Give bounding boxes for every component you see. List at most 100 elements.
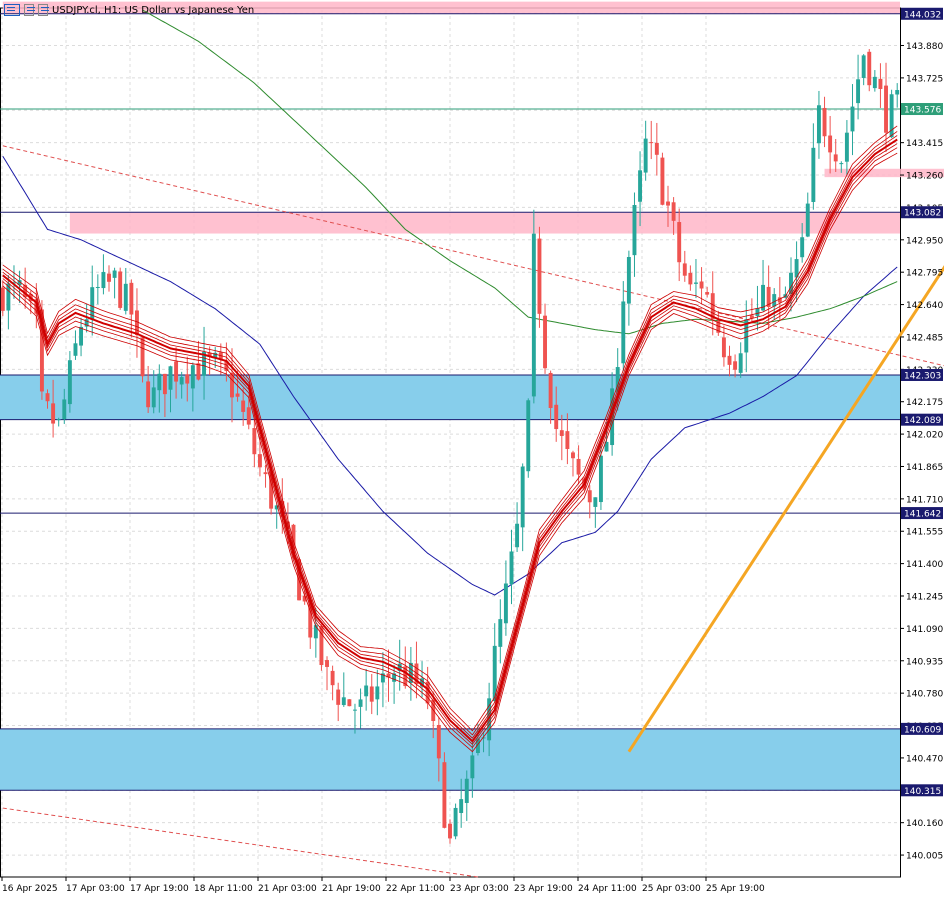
candle-body: [185, 374, 190, 384]
candle-body: [593, 497, 598, 507]
candle-body: [336, 689, 341, 705]
candle-body: [537, 238, 542, 314]
candle-body: [571, 452, 575, 459]
candle-body: [73, 343, 78, 356]
candle-body: [101, 272, 106, 289]
candle-body: [56, 419, 61, 421]
candle-body: [822, 107, 827, 137]
candle-body: [107, 273, 111, 282]
price-tick-label: 140.470: [906, 754, 943, 764]
price-tick-label: 143.415: [906, 139, 943, 149]
candle-body: [884, 85, 888, 133]
candle-body: [313, 625, 318, 639]
candle-body: [470, 755, 475, 779]
candle-body: [123, 283, 128, 311]
price-label: 143.576: [904, 106, 941, 116]
candle-body: [828, 135, 833, 153]
candle-body: [643, 138, 648, 173]
candle-body: [705, 292, 710, 295]
candle-body: [856, 79, 861, 104]
candle-body: [0, 287, 5, 311]
candle-body: [850, 106, 855, 132]
time-tick-label: 17 Apr 03:00: [66, 884, 125, 894]
candle-body: [112, 270, 117, 278]
price-tick-label: 142.175: [906, 398, 943, 408]
candle-body: [587, 490, 592, 503]
candle-body: [347, 699, 352, 707]
price-axis: 140.005140.160140.315140.470140.625140.7…: [900, 7, 943, 862]
candle-body: [174, 361, 179, 382]
price-tick-label: 143.725: [906, 74, 943, 84]
candle-body: [515, 523, 520, 548]
price-label: 140.315: [904, 787, 941, 797]
candle-body: [861, 55, 866, 78]
chart-title: USDJPY.cl, H1: US Dollar vs Japanese Yen: [52, 4, 255, 16]
candle-body: [358, 699, 363, 707]
symbol-icon[interactable]: [4, 4, 20, 16]
candle-body: [67, 360, 72, 405]
time-tick-label: 18 Apr 11:00: [194, 884, 253, 894]
candle-body: [520, 466, 525, 528]
candle-body: [263, 472, 268, 475]
price-tick-label: 142.020: [906, 431, 943, 441]
price-label: 140.609: [904, 725, 941, 735]
candle-body: [62, 399, 67, 420]
candle-body: [682, 263, 687, 276]
candle-body: [526, 400, 531, 472]
time-tick-label: 25 Apr 03:00: [642, 884, 701, 894]
price-tick-label: 141.400: [906, 560, 943, 570]
candle-body: [118, 271, 123, 308]
candle-body: [576, 458, 581, 475]
candle-body: [51, 403, 56, 424]
candle-body: [503, 583, 508, 624]
candle-body: [442, 762, 447, 828]
candle-body: [190, 365, 195, 389]
time-tick-label: 16 Apr 2025: [2, 884, 58, 894]
time-tick-label: 23 Apr 03:00: [450, 884, 509, 894]
candle-body: [565, 431, 570, 449]
price-label: 141.642: [904, 510, 941, 520]
candle-body: [839, 163, 844, 165]
price-tick-label: 142.795: [906, 269, 943, 279]
candle-body: [330, 670, 335, 686]
candle-body: [464, 778, 469, 804]
candle-body: [654, 142, 659, 155]
candle-body: [531, 233, 536, 397]
time-tick-label: 21 Apr 19:00: [322, 884, 381, 894]
chart-icon[interactable]: [24, 4, 35, 16]
price-tick-label: 141.090: [906, 625, 943, 635]
price-tick-label: 141.245: [906, 593, 943, 603]
candle-body: [666, 201, 670, 206]
candle-body: [543, 315, 547, 369]
price-tick-label: 140.005: [906, 852, 943, 862]
candle-body: [162, 373, 167, 395]
candle-body: [738, 353, 743, 373]
price-label: 142.303: [904, 371, 941, 381]
price-tick-label: 142.640: [906, 301, 943, 311]
candle-body: [459, 799, 464, 814]
tick-icon[interactable]: [38, 4, 49, 16]
candle-body: [688, 272, 693, 285]
chart-header: USDJPY.cl, H1: US Dollar vs Japanese Yen: [0, 0, 254, 20]
ma-green-line: [142, 9, 898, 335]
candle-body: [157, 373, 162, 391]
candle-body: [498, 619, 503, 647]
candle-body: [660, 157, 665, 205]
candle-body: [694, 282, 698, 284]
candle-body: [638, 170, 643, 202]
candle-body: [626, 257, 631, 304]
candle-body: [632, 205, 637, 256]
price-tick-label: 143.260: [906, 172, 943, 182]
price-tick-label: 141.710: [906, 495, 943, 505]
price-label: 143.082: [904, 209, 941, 219]
candle-body: [375, 686, 380, 700]
ribbon-line: [2, 147, 898, 749]
candle-body: [878, 78, 883, 90]
price-chart[interactable]: 140.005140.160140.315140.470140.625140.7…: [0, 0, 944, 901]
price-tick-label: 142.485: [906, 333, 943, 343]
candle-body: [509, 551, 514, 585]
candle-body: [733, 361, 738, 370]
candle-body: [559, 430, 564, 436]
candle-body: [151, 387, 156, 408]
candle-body: [95, 286, 100, 288]
